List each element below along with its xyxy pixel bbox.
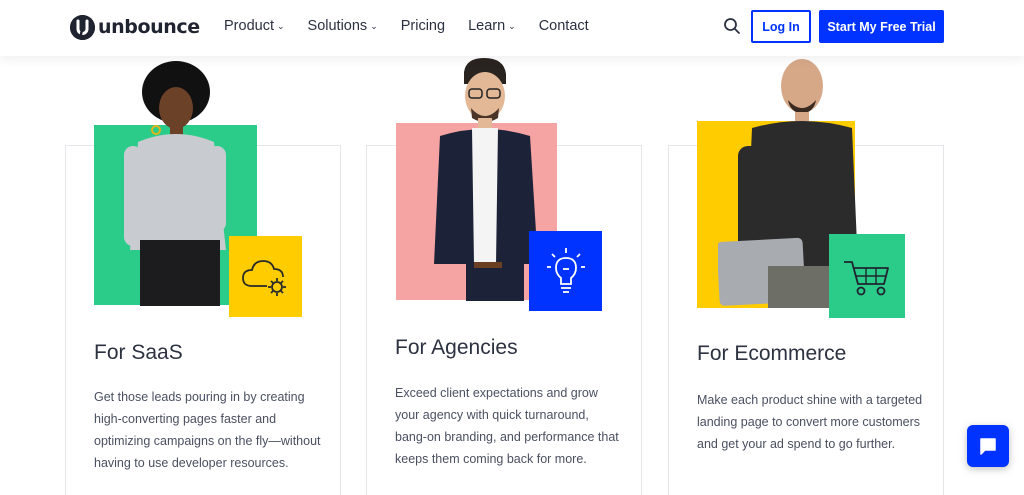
card-title: For Agencies [395,336,518,359]
card-description: Get those leads pouring in by creating h… [94,390,321,470]
nav-item-learn[interactable]: Learn ⌄ [468,18,516,34]
start-free-trial-button[interactable]: Start My Free Trial [819,10,944,43]
nav-item-label: Product [224,18,274,34]
cloud-gear-badge [229,236,302,317]
nav-item-contact[interactable]: Contact [539,18,589,34]
main-nav: Product ⌄ Solutions ⌄ Pricing Learn ⌄ Co… [224,18,612,34]
lightbulb-badge [529,231,602,311]
unbounce-logo[interactable]: unbounce [70,14,200,40]
chevron-down-icon: ⌄ [370,20,378,31]
person-illustration [124,61,226,306]
nav-item-label: Solutions [307,18,368,34]
nav-item-label: Contact [538,18,589,34]
search-icon[interactable] [723,17,741,35]
site-header: unbounce Product ⌄ Solutions ⌄ Pricing L… [0,0,1024,56]
lightbulb-icon [546,248,585,293]
nav-item-label: Learn [468,18,506,34]
shopping-cart-badge [829,234,905,318]
card-title: For Ecommerce [697,342,847,365]
unbounce-logo-icon [70,14,95,40]
nav-item-product[interactable]: Product ⌄ [224,18,285,34]
chevron-down-icon: ⌄ [508,20,516,31]
shopping-cart-icon [844,261,889,296]
nav-item-pricing[interactable]: Pricing [401,18,445,34]
card-title: For SaaS [94,341,183,364]
nav-item-solutions[interactable]: Solutions ⌄ [308,18,378,34]
chevron-down-icon: ⌄ [276,20,285,31]
chat-button[interactable] [967,425,1009,467]
card-description: Make each product shine with a targeted … [697,393,923,451]
nav-item-label: Pricing [400,18,446,34]
brand-name: unbounce [98,16,200,38]
card-description: Exceed client expectations and grow your… [395,386,619,466]
login-button[interactable]: Log In [751,10,811,43]
chat-bubble-icon [980,438,996,455]
cloud-gear-icon [241,259,286,296]
